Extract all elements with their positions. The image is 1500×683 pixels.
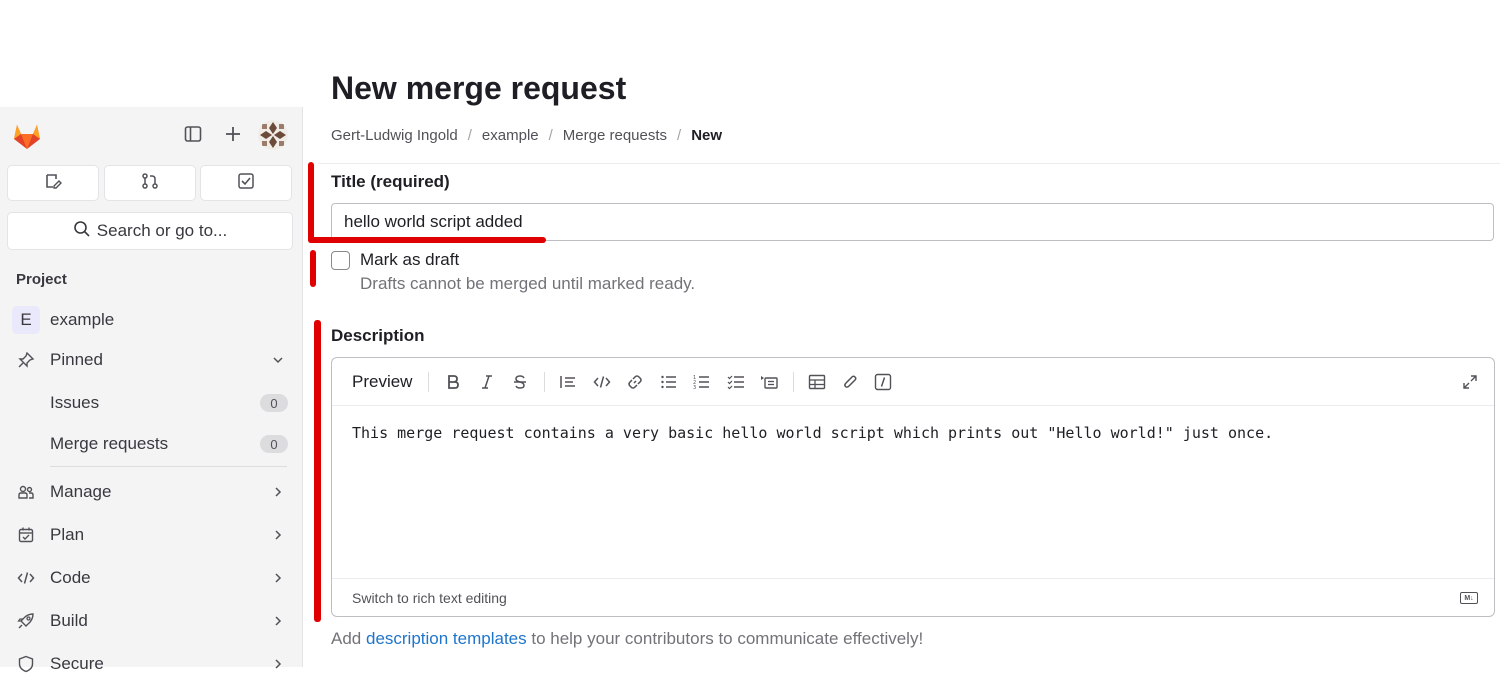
breadcrumb-separator: /	[677, 127, 682, 144]
quick-actions-icon[interactable]	[873, 372, 893, 392]
chevron-right-icon	[271, 571, 285, 585]
sidebar-item-label: Manage	[50, 482, 112, 501]
sidebar-item-code[interactable]: Code	[0, 559, 303, 597]
annotation-mark	[308, 162, 314, 243]
sidebar-item-label: Issues	[50, 393, 100, 412]
description-help-text: Add description templates to help your c…	[331, 629, 923, 649]
title-input[interactable]	[331, 203, 1494, 241]
chevron-right-icon	[271, 657, 285, 671]
issues-icon	[44, 172, 62, 195]
description-editor: Preview 123 This merge request contains …	[331, 357, 1495, 617]
sidebar-item-manage[interactable]: Manage	[0, 473, 303, 511]
table-icon[interactable]	[807, 372, 827, 392]
count-badge: 0	[260, 394, 288, 412]
sidebar-item-secure[interactable]: Secure	[0, 645, 303, 683]
editor-toolbar: Preview 123	[332, 358, 1494, 406]
plus-icon[interactable]	[221, 122, 245, 146]
toolbar-separator	[428, 372, 429, 392]
project-name: example	[50, 310, 115, 329]
page-title: New merge request	[331, 70, 627, 106]
chevron-right-icon	[271, 528, 285, 542]
pinned-label: Pinned	[50, 350, 103, 369]
description-textarea[interactable]: This merge request contains a very basic…	[352, 424, 1273, 442]
sidebar-item-label: Merge requests	[50, 434, 169, 453]
user-avatar[interactable]	[258, 120, 288, 150]
sidebar-toggle-icon[interactable]	[181, 122, 205, 146]
breadcrumb-user[interactable]: Gert-Ludwig Ingold	[331, 127, 458, 144]
chevron-right-icon	[271, 485, 285, 499]
sidebar-item-label: Plan	[50, 525, 85, 544]
sidebar-item-label: Secure	[50, 654, 104, 673]
calendar-icon	[16, 525, 36, 545]
search-button[interactable]: Search or go to...	[7, 212, 293, 250]
svg-text:3: 3	[693, 385, 696, 390]
annotation-mark	[314, 320, 321, 622]
search-placeholder: Search or go to...	[96, 221, 228, 240]
header-divider	[318, 163, 1500, 164]
project-avatar: E	[12, 306, 40, 334]
help-suffix: to help your contributors to communicate…	[526, 629, 924, 648]
users-icon	[16, 482, 36, 502]
sidebar-item-plan[interactable]: Plan	[0, 516, 303, 554]
description-templates-link[interactable]: description templates	[366, 629, 527, 648]
section-label-project: Project	[16, 271, 67, 288]
sidebar-item-label: Build	[50, 611, 88, 630]
shield-icon	[16, 654, 36, 674]
merge-requests-shortcut-button[interactable]	[104, 165, 196, 201]
strikethrough-icon[interactable]	[510, 372, 530, 392]
todo-icon	[237, 172, 255, 195]
collapsible-section-icon[interactable]	[759, 372, 779, 392]
bullet-list-icon[interactable]	[659, 372, 679, 392]
chevron-down-icon	[271, 353, 285, 367]
todo-shortcut-button[interactable]	[200, 165, 292, 201]
breadcrumb-current: New	[691, 127, 723, 144]
help-prefix: Add	[331, 629, 366, 648]
pin-icon	[16, 350, 36, 370]
toolbar-separator	[544, 372, 545, 392]
code-icon[interactable]	[592, 372, 612, 392]
preview-tab[interactable]: Preview	[352, 372, 412, 392]
chevron-right-icon	[271, 614, 285, 628]
title-label: Title (required)	[331, 172, 450, 191]
description-label: Description	[331, 326, 425, 345]
breadcrumb-separator: /	[467, 127, 472, 144]
issues-shortcut-button[interactable]	[7, 165, 99, 201]
toolbar-separator	[793, 372, 794, 392]
quote-icon[interactable]	[558, 372, 578, 392]
rocket-icon	[16, 611, 36, 631]
task-list-icon[interactable]	[726, 372, 746, 392]
sidebar-item-pinned[interactable]: Pinned	[0, 341, 303, 379]
draft-label[interactable]: Mark as draft	[360, 250, 459, 270]
sidebar-item-build[interactable]: Build	[0, 602, 303, 640]
switch-rich-text-button[interactable]: Switch to rich text editing	[352, 590, 507, 606]
sidebar-divider	[50, 466, 287, 467]
breadcrumb-project[interactable]: example	[482, 127, 539, 144]
sidebar-item-merge-requests[interactable]: Merge requests 0	[0, 425, 303, 463]
italic-icon[interactable]	[477, 372, 497, 392]
draft-help-text: Drafts cannot be merged until marked rea…	[360, 274, 696, 293]
code-icon	[16, 568, 36, 588]
annotation-mark	[310, 250, 316, 287]
fullscreen-icon[interactable]	[1460, 372, 1480, 392]
count-badge: 0	[260, 435, 288, 453]
breadcrumb: Gert-Ludwig Ingold / example / Merge req…	[331, 127, 722, 144]
editor-footer: Switch to rich text editing M↓	[332, 578, 1494, 616]
attach-icon[interactable]	[840, 372, 860, 392]
bold-icon[interactable]	[443, 372, 463, 392]
markdown-icon: M↓	[1460, 592, 1478, 604]
annotation-mark	[308, 237, 546, 243]
breadcrumb-separator: /	[548, 127, 553, 144]
sidebar-item-label: Code	[50, 568, 91, 587]
gitlab-logo-icon[interactable]	[10, 119, 44, 153]
numbered-list-icon[interactable]: 123	[692, 372, 712, 392]
link-icon[interactable]	[625, 372, 645, 392]
merge-request-icon	[141, 172, 159, 195]
sidebar-item-project[interactable]: E example	[0, 301, 303, 339]
draft-checkbox[interactable]	[331, 251, 350, 270]
sidebar-item-issues[interactable]: Issues 0	[0, 384, 303, 422]
search-icon	[73, 220, 91, 243]
breadcrumb-merge-requests[interactable]: Merge requests	[563, 127, 667, 144]
